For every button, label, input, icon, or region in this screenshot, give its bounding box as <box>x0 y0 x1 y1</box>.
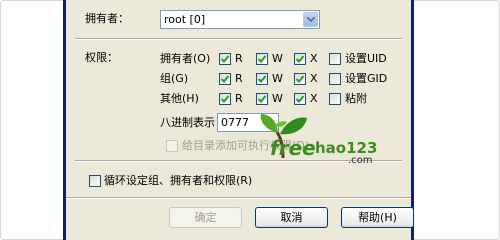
owner-write-checkbox[interactable] <box>256 53 268 65</box>
watermark-brand: free <box>270 136 316 160</box>
other-exec-label: X <box>310 92 318 105</box>
owner-write-label: W <box>272 52 283 65</box>
other-write-label: W <box>272 92 283 105</box>
group-exec-label: X <box>310 72 318 85</box>
setgid-checkbox[interactable] <box>329 73 341 85</box>
octal-value: 0777 <box>221 116 249 129</box>
other-write-checkbox[interactable] <box>256 93 268 105</box>
owner-value: root [0] <box>164 13 206 26</box>
permissions-label: 权限： <box>85 51 118 64</box>
setgid-label: 设置GID <box>345 72 388 85</box>
setuid-checkbox[interactable] <box>329 53 341 65</box>
recursive-checkbox[interactable] <box>89 175 101 187</box>
separator <box>75 38 402 40</box>
help-button[interactable]: 帮助(H) <box>341 207 414 228</box>
group-perm-label: 组(G) <box>160 72 189 85</box>
owner-read-checkbox[interactable] <box>219 53 231 65</box>
group-write-label: W <box>272 72 283 85</box>
sticky-checkbox[interactable] <box>329 93 341 105</box>
octal-label: 八进制表示 <box>160 116 215 129</box>
owner-perm-label: 拥有者(O) <box>160 52 211 65</box>
watermark-suffix: .com <box>348 155 373 166</box>
owner-label: 拥有者： <box>85 12 129 25</box>
watermark-logo: free hao123 .com <box>255 108 377 168</box>
other-read-label: R <box>235 92 243 105</box>
setuid-label: 设置UID <box>345 52 387 65</box>
ok-button[interactable]: 确定 <box>169 207 242 228</box>
group-exec-checkbox[interactable] <box>294 73 306 85</box>
owner-dropdown[interactable]: root [0] <box>160 10 320 29</box>
group-write-checkbox[interactable] <box>256 73 268 85</box>
dir-exec-checkbox[interactable] <box>166 140 178 152</box>
chevron-down-icon[interactable] <box>303 12 318 27</box>
other-read-checkbox[interactable] <box>219 93 231 105</box>
group-read-label: R <box>235 72 243 85</box>
cancel-button[interactable]: 取消 <box>255 207 328 228</box>
owner-read-label: R <box>235 52 243 65</box>
other-perm-label: 其他(H) <box>160 92 199 105</box>
recursive-label: 循环设定组、拥有者和权限(R) <box>104 174 253 187</box>
other-exec-checkbox[interactable] <box>294 93 306 105</box>
separator <box>66 197 411 199</box>
owner-exec-label: X <box>310 52 318 65</box>
group-read-checkbox[interactable] <box>219 73 231 85</box>
sticky-label: 粘附 <box>345 92 367 105</box>
owner-exec-checkbox[interactable] <box>294 53 306 65</box>
